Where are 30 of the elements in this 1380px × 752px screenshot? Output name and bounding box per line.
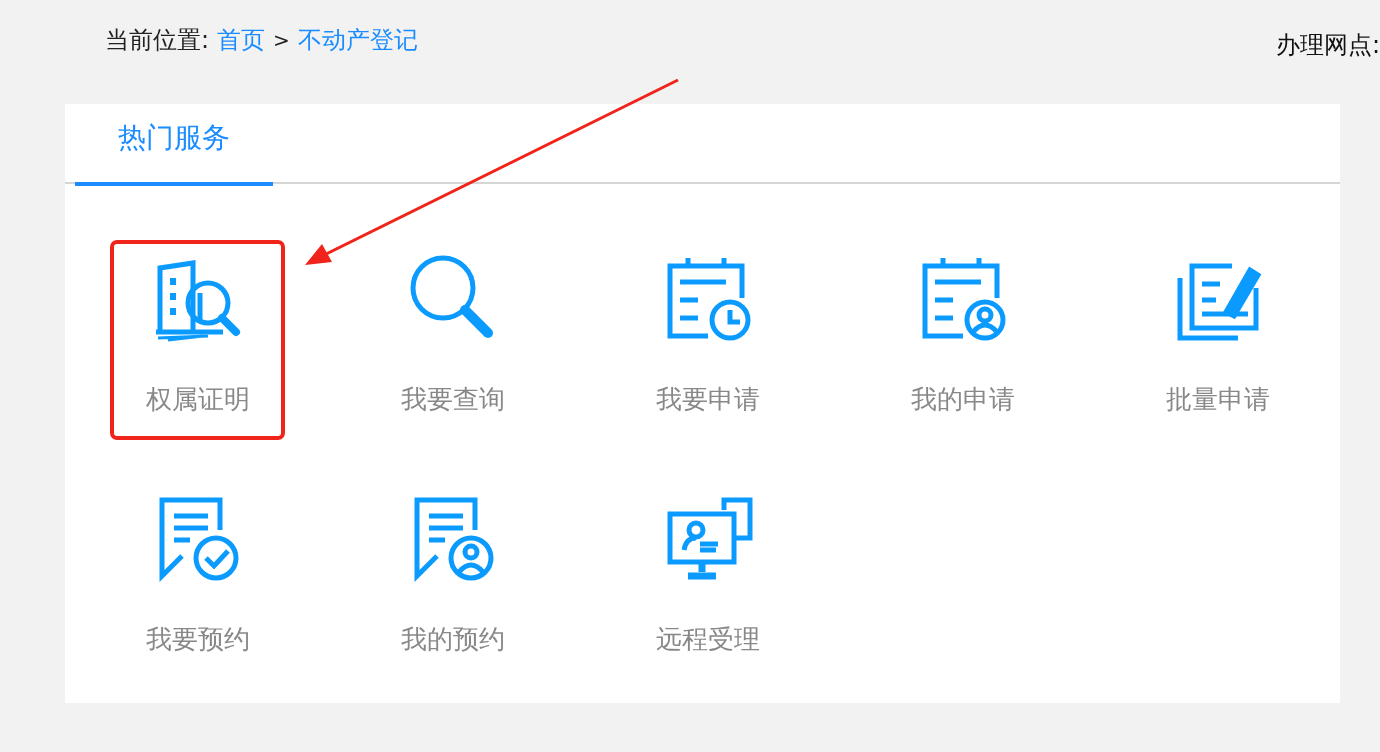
- breadcrumb-label: 当前位置:: [105, 25, 210, 56]
- outlet-label: 办理网点:: [1275, 30, 1380, 61]
- service-label: 远程受理: [655, 623, 760, 656]
- note-check-icon: [159, 497, 238, 583]
- service-tile[interactable]: 我的申请: [875, 240, 1050, 440]
- service-label: 我要预约: [145, 623, 250, 656]
- building-search-icon: [155, 260, 240, 342]
- search-icon: [410, 255, 493, 338]
- service-tile[interactable]: 我要预约: [110, 480, 285, 680]
- service-label: 我的申请: [910, 383, 1015, 416]
- calendar-user-icon: [922, 255, 1005, 341]
- service-label: 权属证明: [145, 383, 250, 416]
- batch-edit-icon: [1177, 263, 1261, 341]
- service-tile[interactable]: 我的预约: [365, 480, 540, 680]
- service-tile[interactable]: 批量申请: [1130, 240, 1305, 440]
- service-label: 我要申请: [655, 383, 760, 416]
- breadcrumb-separator: >: [273, 28, 290, 52]
- note-user-icon: [414, 497, 493, 583]
- remote-desk-icon: [667, 497, 752, 580]
- breadcrumb-link[interactable]: 首页: [217, 24, 266, 56]
- service-label: 我要查询: [400, 383, 505, 416]
- service-label: 我的预约: [400, 623, 505, 656]
- breadcrumb-link[interactable]: 不动产登记: [297, 24, 418, 56]
- tab[interactable]: 热门服务: [75, 104, 273, 186]
- service-tile[interactable]: 我要申请: [620, 240, 795, 440]
- service-label: 批量申请: [1165, 383, 1270, 416]
- service-tile[interactable]: 远程受理: [620, 480, 795, 680]
- service-tile[interactable]: 我要查询: [365, 240, 540, 440]
- service-tile[interactable]: 权属证明: [110, 240, 285, 440]
- calendar-clock-icon: [667, 255, 750, 341]
